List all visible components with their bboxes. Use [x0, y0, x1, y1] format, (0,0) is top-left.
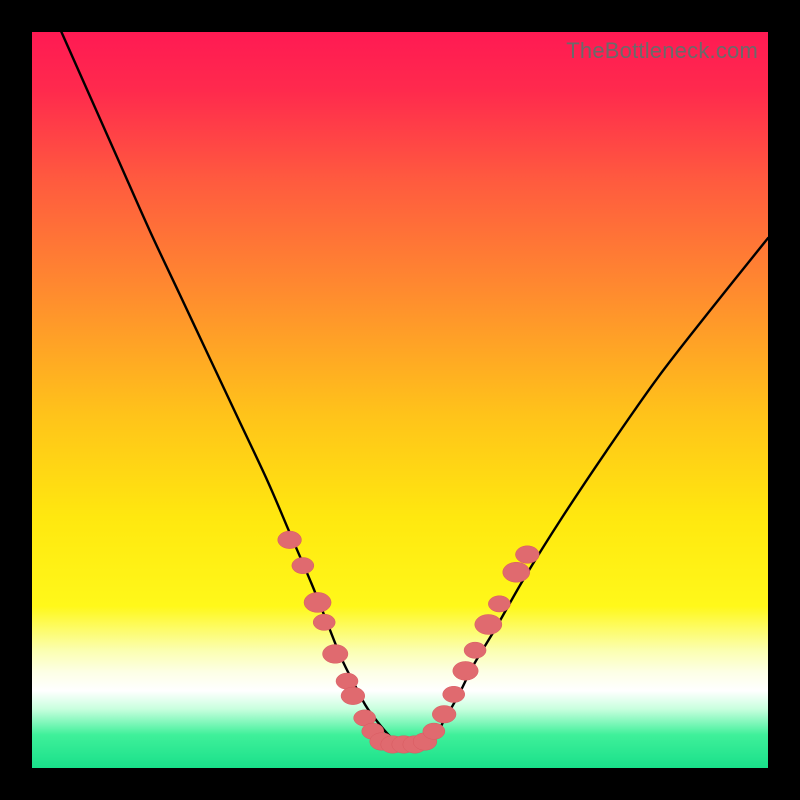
- data-dot: [515, 546, 539, 564]
- data-dot: [488, 596, 510, 612]
- data-dot: [503, 562, 530, 582]
- data-dot: [475, 614, 502, 634]
- chart-frame: TheBottleneck.com: [0, 0, 800, 800]
- data-dot: [423, 723, 445, 739]
- data-dot: [292, 557, 314, 573]
- data-dot: [313, 614, 335, 630]
- data-dot: [341, 687, 365, 705]
- data-dot: [432, 706, 456, 724]
- data-dot: [336, 673, 358, 689]
- data-dot: [453, 661, 478, 680]
- curve-layer: [32, 32, 768, 768]
- watermark-text: TheBottleneck.com: [566, 38, 758, 64]
- curve-dots: [278, 531, 539, 753]
- plot-area: TheBottleneck.com: [32, 32, 768, 768]
- bottleneck-curve: [61, 32, 768, 748]
- data-dot: [464, 642, 486, 658]
- data-dot: [443, 686, 465, 702]
- data-dot: [278, 531, 302, 549]
- data-dot: [304, 592, 331, 612]
- data-dot: [323, 645, 348, 664]
